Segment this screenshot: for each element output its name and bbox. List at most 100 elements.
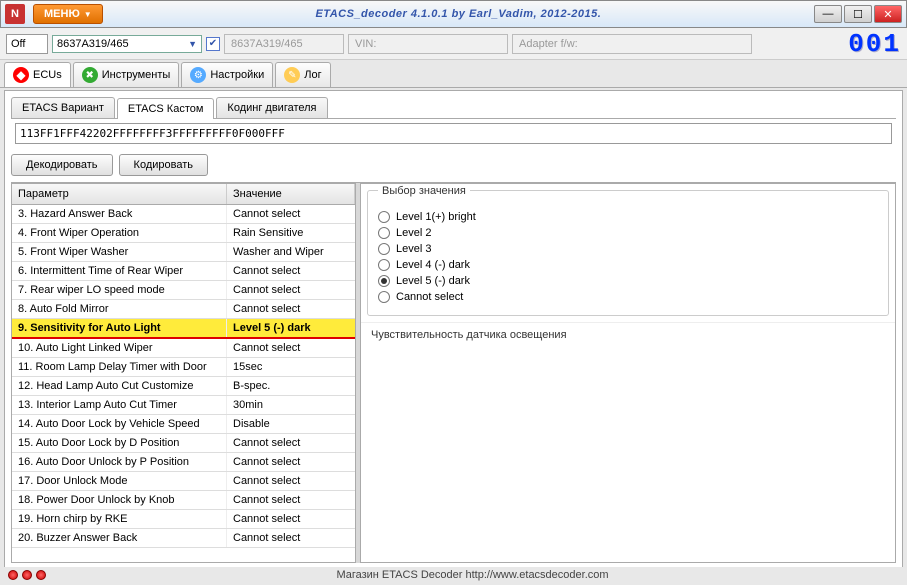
parameter-description: Чувствительность датчика освещения	[361, 322, 895, 347]
encode-button[interactable]: Кодировать	[119, 154, 208, 176]
table-row[interactable]: 16. Auto Door Unlock by P PositionCannot…	[12, 453, 355, 472]
table-body[interactable]: 3. Hazard Answer BackCannot select4. Fro…	[12, 205, 355, 562]
table-row[interactable]: 18. Power Door Unlock by KnobCannot sele…	[12, 491, 355, 510]
status-field[interactable]: Off	[6, 34, 48, 54]
subtab-engine[interactable]: Кодинг двигателя	[216, 97, 327, 118]
table-row[interactable]: 13. Interior Lamp Auto Cut Timer30min	[12, 396, 355, 415]
value-cell: 30min	[227, 396, 355, 414]
tab-tools[interactable]: ✖ Инструменты	[73, 62, 180, 87]
minimize-button[interactable]: —	[814, 5, 842, 23]
table-row[interactable]: 8. Auto Fold MirrorCannot select	[12, 300, 355, 319]
gear-icon: ⚙	[190, 67, 206, 83]
param-cell: 6. Intermittent Time of Rear Wiper	[12, 262, 227, 280]
param-cell: 7. Rear wiper LO speed mode	[12, 281, 227, 299]
table-header: Параметр Значение	[12, 184, 355, 205]
radio-option[interactable]: Level 1(+) bright	[378, 209, 878, 225]
param-cell: 12. Head Lamp Auto Cut Customize	[12, 377, 227, 395]
button-row: Декодировать Кодировать	[5, 148, 902, 182]
param-cell: 10. Auto Light Linked Wiper	[12, 339, 227, 357]
value-cell: Cannot select	[227, 491, 355, 509]
tools-icon: ✖	[82, 67, 98, 83]
value-cell: Cannot select	[227, 529, 355, 547]
value-cell: Cannot select	[227, 434, 355, 452]
param-cell: 17. Door Unlock Mode	[12, 472, 227, 490]
hex-input[interactable]	[15, 123, 892, 144]
led-icon	[8, 570, 18, 580]
tab-label: Инструменты	[102, 69, 171, 81]
table-row[interactable]: 5. Front Wiper WasherWasher and Wiper	[12, 243, 355, 262]
table-row[interactable]: 10. Auto Light Linked WiperCannot select	[12, 339, 355, 358]
value-cell: Cannot select	[227, 205, 355, 223]
radio-icon	[378, 211, 390, 223]
subtab-variant[interactable]: ETACS Вариант	[11, 97, 115, 118]
diamond-icon	[13, 67, 29, 83]
main-tabs: ECUs ✖ Инструменты ⚙ Настройки ✎ Лог	[0, 60, 907, 88]
value-cell: Cannot select	[227, 262, 355, 280]
param-cell: 4. Front Wiper Operation	[12, 224, 227, 242]
chevron-down-icon: ▼	[84, 10, 92, 19]
subtab-custom[interactable]: ETACS Кастом	[117, 98, 215, 119]
radio-label: Level 3	[396, 243, 431, 255]
value-cell: B-spec.	[227, 377, 355, 395]
radio-icon	[378, 227, 390, 239]
tab-label: Лог	[304, 69, 321, 81]
radio-icon	[378, 291, 390, 303]
radio-label: Level 2	[396, 227, 431, 239]
param-cell: 16. Auto Door Unlock by P Position	[12, 453, 227, 471]
param-cell: 19. Horn chirp by RKE	[12, 510, 227, 528]
checkbox[interactable]: ✔	[206, 37, 220, 51]
col-value[interactable]: Значение	[227, 184, 355, 204]
radio-option[interactable]: Level 2	[378, 225, 878, 241]
table-row[interactable]: 7. Rear wiper LO speed modeCannot select	[12, 281, 355, 300]
tab-log[interactable]: ✎ Лог	[275, 62, 330, 87]
table-row[interactable]: 12. Head Lamp Auto Cut CustomizeB-spec.	[12, 377, 355, 396]
value-cell: Cannot select	[227, 339, 355, 357]
radio-icon	[378, 259, 390, 271]
value-cell: Cannot select	[227, 510, 355, 528]
titlebar: N МЕНЮ ▼ ETACS_decoder 4.1.0.1 by Earl_V…	[0, 0, 907, 28]
table-row[interactable]: 19. Horn chirp by RKECannot select	[12, 510, 355, 529]
col-param[interactable]: Параметр	[12, 184, 227, 204]
table-row[interactable]: 4. Front Wiper OperationRain Sensitive	[12, 224, 355, 243]
tab-ecus[interactable]: ECUs	[4, 62, 71, 87]
radio-option[interactable]: Level 5 (-) dark	[378, 273, 878, 289]
led-icon	[36, 570, 46, 580]
part-number-combo[interactable]: 8637A319/465 ▼	[52, 35, 202, 53]
table-row[interactable]: 6. Intermittent Time of Rear WiperCannot…	[12, 262, 355, 281]
param-cell: 3. Hazard Answer Back	[12, 205, 227, 223]
counter-display: 001	[841, 29, 901, 59]
table-row[interactable]: 11. Room Lamp Delay Timer with Door15sec	[12, 358, 355, 377]
table-row[interactable]: 3. Hazard Answer BackCannot select	[12, 205, 355, 224]
footer-text: Магазин ETACS Decoder http://www.etacsde…	[336, 569, 608, 581]
split-pane: Параметр Значение 3. Hazard Answer BackC…	[11, 182, 896, 563]
value-cell: Washer and Wiper	[227, 243, 355, 261]
table-row[interactable]: 14. Auto Door Lock by Vehicle SpeedDisab…	[12, 415, 355, 434]
status-bar: Магазин ETACS Decoder http://www.etacsde…	[0, 567, 907, 583]
value-cell: Cannot select	[227, 453, 355, 471]
decode-button[interactable]: Декодировать	[11, 154, 113, 176]
radio-option[interactable]: Cannot select	[378, 289, 878, 305]
app-icon: N	[5, 4, 25, 24]
radio-icon	[378, 275, 390, 287]
menu-label: МЕНЮ	[44, 8, 80, 20]
param-cell: 8. Auto Fold Mirror	[12, 300, 227, 318]
radio-option[interactable]: Level 4 (-) dark	[378, 257, 878, 273]
value-cell: Disable	[227, 415, 355, 433]
adapter-fw-field: Adapter f/w:	[512, 34, 752, 54]
maximize-button[interactable]: ☐	[844, 5, 872, 23]
top-toolbar: Off 8637A319/465 ▼ ✔ 8637A319/465 VIN: A…	[0, 28, 907, 60]
tab-settings[interactable]: ⚙ Настройки	[181, 62, 273, 87]
param-cell: 9. Sensitivity for Auto Light	[12, 319, 227, 337]
param-cell: 15. Auto Door Lock by D Position	[12, 434, 227, 452]
menu-button[interactable]: МЕНЮ ▼	[33, 4, 103, 24]
table-row[interactable]: 20. Buzzer Answer BackCannot select	[12, 529, 355, 548]
sub-tabs: ETACS Вариант ETACS Кастом Кодинг двигат…	[5, 91, 902, 118]
table-row[interactable]: 9. Sensitivity for Auto LightLevel 5 (-)…	[12, 319, 355, 339]
led-icon	[22, 570, 32, 580]
close-button[interactable]: ✕	[874, 5, 902, 23]
tab-label: Настройки	[210, 69, 264, 81]
table-row[interactable]: 15. Auto Door Lock by D PositionCannot s…	[12, 434, 355, 453]
table-row[interactable]: 17. Door Unlock ModeCannot select	[12, 472, 355, 491]
status-leds	[8, 570, 46, 580]
radio-option[interactable]: Level 3	[378, 241, 878, 257]
